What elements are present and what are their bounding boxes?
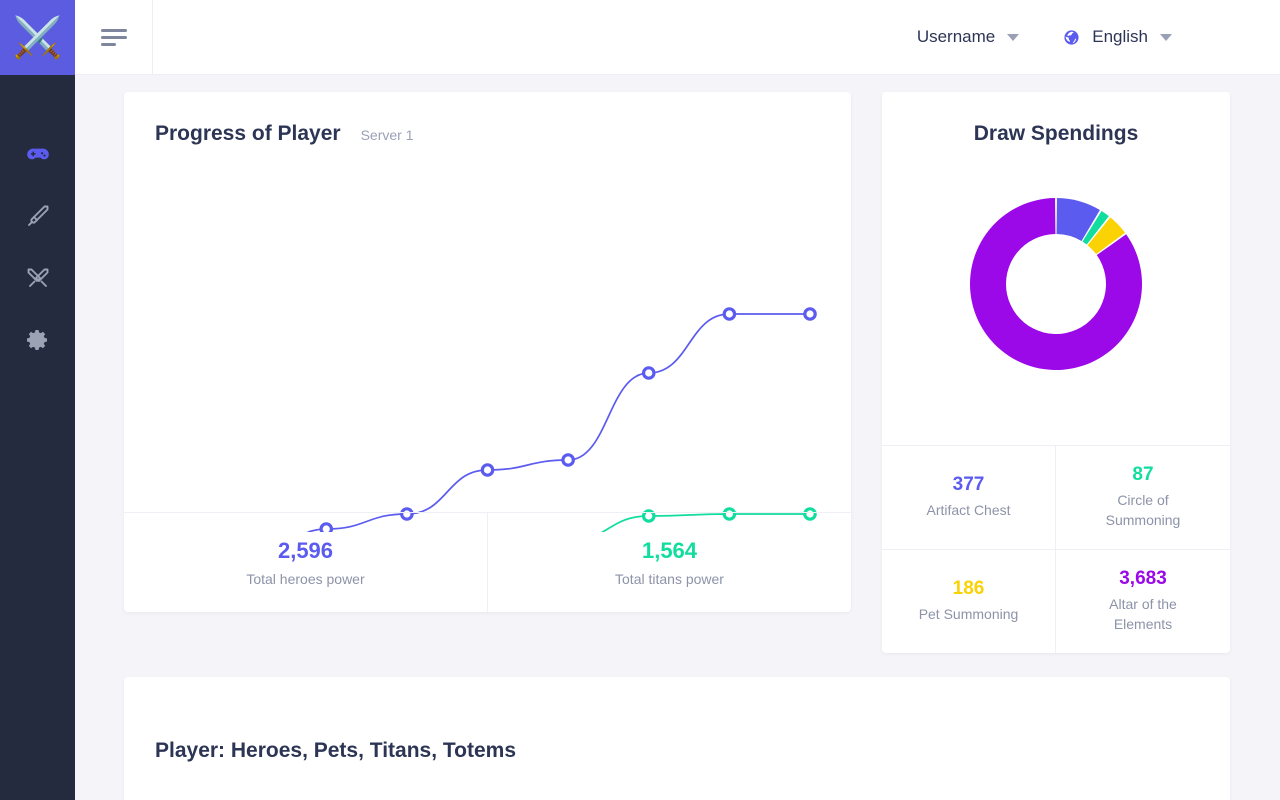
draw-spendings-card: Draw Spendings 377 Artifact Chest 87 Cir… — [882, 92, 1230, 653]
language-menu-label: English — [1092, 27, 1148, 46]
line-series-path — [306, 313, 810, 532]
header-actions: Username English — [917, 27, 1280, 47]
sidebar: ⚔️ — [0, 0, 75, 800]
top-header: Username English — [75, 0, 1280, 75]
hamburger-line — [100, 35, 127, 39]
globe-icon — [1063, 29, 1080, 46]
main-content: Progress of Player Server 1 2,596 Total … — [75, 75, 1280, 800]
legend-item-pet-summoning: 186 Pet Summoning — [882, 549, 1056, 653]
hamburger-menu-icon[interactable] — [100, 28, 127, 46]
legend-label: Circle of Summoning — [1105, 491, 1181, 528]
draw-spendings-donut-chart — [970, 198, 1142, 370]
player-table-card: Player: Heroes, Pets, Titans, Totems — [124, 677, 1230, 800]
stat-value: 2,596 — [277, 538, 334, 563]
legend-label: Artifact Chest — [926, 501, 1011, 518]
legend-value: 377 — [952, 473, 985, 495]
crossed-swords-icon — [26, 266, 50, 290]
legend-value: 87 — [1132, 463, 1154, 485]
sidebar-item-heroes[interactable] — [0, 185, 75, 247]
line-data-point[interactable] — [803, 307, 817, 321]
menu-toggle-area[interactable] — [75, 0, 153, 75]
page-title: Progress of Player — [155, 122, 341, 145]
hamburger-line — [100, 42, 116, 46]
progress-stats: 2,596 Total heroes power 1,564 Total tit… — [124, 512, 851, 612]
user-menu[interactable]: Username — [916, 27, 1020, 47]
chevron-down-icon — [1007, 33, 1020, 41]
draw-spendings-legend: 377 Artifact Chest 87 Circle of Summonin… — [882, 445, 1230, 653]
sidebar-item-settings[interactable] — [0, 309, 75, 371]
progress-line-chart — [306, 307, 817, 532]
sword-icon — [26, 204, 50, 228]
stat-label: Total titans power — [615, 571, 724, 587]
language-menu[interactable]: English — [1063, 27, 1172, 47]
sidebar-item-games[interactable] — [0, 123, 75, 185]
player-table-title: Player: Heroes, Pets, Titans, Totems — [155, 739, 517, 762]
sidebar-item-battles[interactable] — [0, 247, 75, 309]
sidebar-nav — [0, 75, 75, 371]
line-data-point[interactable] — [641, 366, 656, 380]
stat-total-heroes-power: 2,596 Total heroes power — [124, 513, 487, 612]
gear-icon — [26, 328, 50, 352]
draw-spendings-title: Draw Spendings — [973, 122, 1139, 145]
progress-of-player-card: Progress of Player Server 1 2,596 Total … — [124, 92, 851, 612]
donut-chart-wrap — [882, 180, 1230, 388]
legend-item-altar-of-the-elements: 3,683 Altar of the Elements — [1056, 550, 1230, 654]
legend-item-circle-of-summoning: 87 Circle of Summoning — [1056, 446, 1230, 550]
stat-value: 1,564 — [641, 538, 698, 563]
legend-item-artifact-chest: 377 Artifact Chest — [882, 446, 1056, 550]
crossed-swords-icon: ⚔️ — [12, 15, 63, 60]
gamepad-icon — [25, 141, 51, 167]
stat-total-titans-power: 1,564 Total titans power — [487, 513, 851, 612]
dashboard-page: ⚔️ Username English Progress of Player S… — [0, 0, 1280, 800]
server-label: Server 1 — [360, 127, 414, 143]
line-data-point[interactable] — [480, 463, 495, 477]
app-logo[interactable]: ⚔️ — [0, 0, 75, 75]
chevron-down-icon — [1160, 33, 1172, 41]
legend-value: 186 — [952, 577, 985, 599]
hamburger-line — [100, 28, 127, 32]
line-data-point[interactable] — [722, 307, 737, 321]
legend-value: 3,683 — [1119, 567, 1167, 589]
legend-label: Altar of the Elements — [1109, 595, 1177, 632]
line-data-point[interactable] — [561, 453, 575, 467]
user-menu-label: Username — [916, 27, 996, 46]
stat-label: Total heroes power — [246, 571, 365, 587]
legend-label: Pet Summoning — [918, 605, 1019, 622]
progress-card-header: Progress of Player Server 1 — [124, 92, 851, 146]
